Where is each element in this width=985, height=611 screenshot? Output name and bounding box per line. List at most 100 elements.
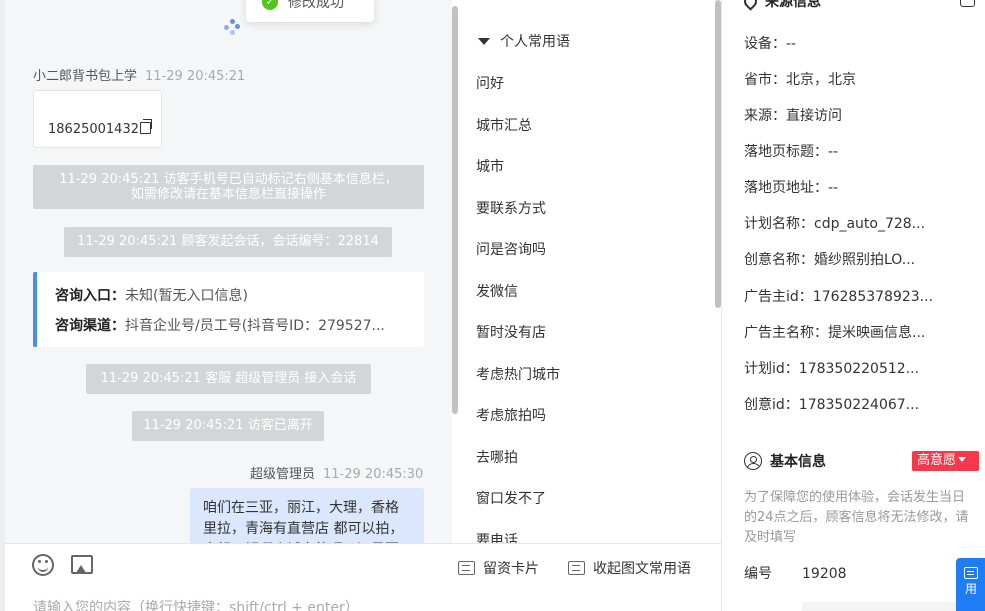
- info-row-creative-name: 创意名称：婚纱照别拍LO...: [744, 249, 974, 269]
- phone-message-card: 18625001432: [33, 90, 162, 148]
- collapse-phrases-button[interactable]: 收起图文常用语: [568, 558, 691, 578]
- agent-name: 超级管理员: [250, 467, 316, 482]
- phrases-icon: [568, 561, 585, 575]
- chat-message-list[interactable]: ✓ 修改成功 小二郎背书包上学 11-29 20:45:21 1862500143…: [5, 0, 457, 543]
- info-row-landing-url: 落地页地址：--: [744, 177, 974, 197]
- quick-phrases-panel[interactable]: 个人常用语 问好 城市汇总 城市 要联系方式 问是咨询吗 发微信 暂时没有店 考…: [458, 0, 714, 543]
- floating-button-label: 用: [964, 582, 977, 596]
- phrase-item[interactable]: 要电话: [476, 530, 518, 543]
- info-row-advertiser-name: 广告主名称：提米映画信息...: [744, 322, 974, 342]
- info-row-advertiser-id: 广告主id：176285378923...: [744, 286, 974, 306]
- info-value: 178350220512...: [798, 361, 920, 377]
- basic-info-header: 基本信息: [744, 451, 826, 471]
- info-label: 创意名称：: [744, 252, 814, 268]
- consult-entry-label: 咨询入口：: [55, 288, 125, 304]
- info-value: 178350224067...: [798, 397, 920, 413]
- info-value: 北京，北京: [786, 72, 856, 88]
- info-label: 落地页标题：: [744, 144, 828, 160]
- card-icon: [458, 561, 475, 575]
- intent-level-dropdown[interactable]: 高意愿: [912, 451, 979, 471]
- info-label: 计划id：: [744, 361, 799, 377]
- info-value: --: [828, 144, 839, 160]
- system-message-line: 11-29 20:45:21 访客手机号已自动标记右侧基本信息栏，: [59, 172, 398, 187]
- info-value: cdp_auto_728...: [814, 216, 926, 232]
- image-icon[interactable]: [71, 555, 93, 574]
- copy-icon[interactable]: [139, 119, 152, 134]
- phrase-item[interactable]: 问是咨询吗: [476, 239, 546, 259]
- system-message-line: 如需修改请在基本信息栏直接操作: [130, 187, 326, 202]
- info-row-source: 来源：直接访问: [744, 105, 974, 125]
- system-message-phone-marked: 11-29 20:45:21 访客手机号已自动标记右侧基本信息栏， 如需修改请在…: [33, 165, 424, 209]
- phrase-item[interactable]: 问好: [476, 73, 504, 93]
- location-pin-icon: [741, 0, 760, 11]
- agent-message-bubble: 咱们在三亚，丽江，大理，香格里拉，青海有直营店 都可以拍，方想了解哪个城市的呢？…: [190, 488, 424, 543]
- info-value: 提米映画信息...: [828, 325, 926, 341]
- system-message-agent-joined: 11-29 20:45:21 客服 超级管理员 接入会话: [86, 364, 371, 394]
- info-label: 计划名称：: [744, 216, 814, 232]
- consult-channel-row: 咨询渠道：抖音企业号/员工号(抖音号ID：279527...: [55, 315, 424, 345]
- phrase-item[interactable]: 去哪拍: [476, 447, 518, 467]
- intent-level-label: 高意愿: [917, 453, 957, 468]
- floating-chat-button[interactable]: 用: [956, 558, 985, 611]
- collapse-phrases-label: 收起图文常用语: [593, 561, 691, 577]
- info-row-landing-title: 落地页标题：--: [744, 141, 974, 161]
- agent-message-time: 11-29 20:45:30: [323, 467, 424, 482]
- info-row-device: 设备：--: [744, 33, 974, 53]
- info-row-creative-id: 创意id：178350224067...: [744, 394, 974, 414]
- phrase-item[interactable]: 城市汇总: [476, 115, 532, 135]
- toast-text: 修改成功: [288, 0, 344, 11]
- phrase-item[interactable]: 发微信: [476, 281, 518, 301]
- source-info-header: 来源信息: [741, 0, 821, 11]
- basic-info-title: 基本信息: [770, 454, 826, 470]
- user-circle-icon: [744, 452, 762, 470]
- visitor-name: 小二郎背书包上学: [33, 69, 138, 84]
- info-label: 省市：: [744, 72, 786, 88]
- visitor-message-meta: 小二郎背书包上学 11-29 20:45:21: [33, 65, 245, 84]
- phrases-scrollbar[interactable]: [714, 0, 721, 543]
- info-label: 广告主名称：: [744, 325, 828, 341]
- phrase-item[interactable]: 考虑热门城市: [476, 364, 560, 384]
- phrase-group-toggle[interactable]: 个人常用语: [478, 31, 570, 51]
- success-check-icon: ✓: [262, 0, 278, 10]
- info-value: --: [828, 180, 839, 196]
- phrase-item[interactable]: 要联系方式: [476, 198, 546, 218]
- phrase-item[interactable]: 窗口发不了: [476, 488, 546, 508]
- consult-channel-label: 咨询渠道：: [55, 318, 125, 334]
- consult-entry-value: 未知(暂无入口信息): [125, 288, 248, 304]
- info-value: 176285378923...: [812, 289, 934, 305]
- phrase-item[interactable]: 考虑旅拍吗: [476, 405, 546, 425]
- info-input-field[interactable]: [802, 602, 962, 611]
- visitor-phone: 18625001432: [48, 122, 139, 137]
- loading-spinner-icon: [224, 19, 244, 39]
- agent-message-meta: 超级管理员 11-29 20:45:30: [250, 463, 423, 482]
- caret-down-icon: [478, 37, 490, 45]
- emoji-icon[interactable]: [32, 554, 54, 576]
- phrase-item[interactable]: 城市: [476, 156, 504, 176]
- message-input-area[interactable]: 留资卡片 收起图文常用语 请输入您的内容（换行快捷键：shift/ctrl + …: [5, 543, 721, 611]
- visitor-number-value: 19208: [802, 566, 847, 582]
- message-input[interactable]: 请输入您的内容（换行快捷键：shift/ctrl + enter）: [33, 597, 359, 611]
- edit-icon[interactable]: [960, 0, 975, 7]
- consult-channel-value: 抖音企业号/员工号(抖音号ID：279527...: [125, 318, 385, 334]
- phrase-group-title: 个人常用语: [500, 34, 570, 50]
- info-label: 创意id：: [744, 397, 799, 413]
- system-message-session-start: 11-29 20:45:21 顾客发起会话，会话编号：22814: [64, 227, 392, 257]
- profile-card-button[interactable]: 留资卡片: [458, 558, 539, 578]
- info-row-province-city: 省市：北京，北京: [744, 69, 974, 89]
- info-value: 直接访问: [786, 108, 842, 124]
- info-label: 广告主id：: [744, 289, 813, 305]
- info-value: 婚纱照别拍LO...: [814, 252, 916, 268]
- info-label: 落地页地址：: [744, 180, 828, 196]
- source-info-title: 来源信息: [765, 0, 821, 10]
- visitor-info-panel[interactable]: 来源信息 设备：-- 省市：北京，北京 来源：直接访问 落地页标题：-- 落地页…: [722, 0, 985, 611]
- info-label: 设备：: [744, 36, 786, 52]
- phrase-item[interactable]: 暂时没有店: [476, 322, 546, 342]
- consult-info-card: 咨询入口：未知(暂无入口信息) 咨询渠道：抖音企业号/员工号(抖音号ID：279…: [33, 272, 424, 347]
- info-row-plan-name: 计划名称：cdp_auto_728...: [744, 213, 974, 233]
- success-toast: ✓ 修改成功: [246, 0, 374, 22]
- chat-bubble-icon: [964, 567, 978, 579]
- visitor-message-time: 11-29 20:45:21: [145, 69, 246, 84]
- edit-deadline-hint: 为了保障您的使用体验，会话发生当日的24点之后，顾客信息将无法修改，请及时填写: [744, 490, 969, 545]
- info-row-plan-id: 计划id：178350220512...: [744, 358, 974, 378]
- caret-down-icon: [958, 457, 967, 462]
